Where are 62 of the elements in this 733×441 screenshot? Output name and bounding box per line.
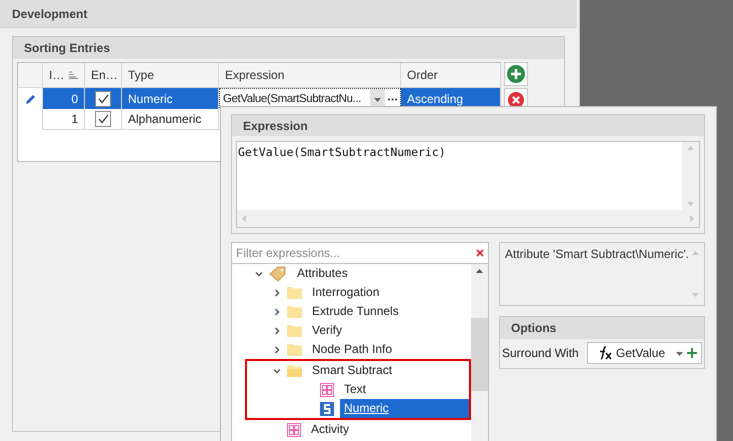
surround-combo[interactable]: GetValue bbox=[587, 342, 702, 364]
clear-icon[interactable] bbox=[476, 249, 484, 257]
scroll-down-icon bbox=[692, 291, 699, 298]
text-type-icon bbox=[320, 382, 334, 396]
type-cell: Numeric bbox=[122, 88, 219, 110]
checkbox[interactable] bbox=[95, 90, 111, 106]
numeric-type-icon bbox=[320, 402, 334, 416]
scroll-up-icon bbox=[687, 145, 694, 152]
caret-icon bbox=[374, 96, 381, 102]
scroll-up-icon bbox=[692, 250, 699, 257]
checkbox[interactable] bbox=[95, 111, 111, 127]
plus-icon bbox=[507, 65, 525, 83]
pencil-icon bbox=[24, 94, 36, 104]
folder-icon bbox=[287, 305, 302, 318]
column-header[interactable]: Type bbox=[122, 63, 219, 88]
plus-icon[interactable] bbox=[687, 348, 697, 358]
tree-item[interactable]: Text bbox=[340, 380, 370, 399]
folder-icon bbox=[287, 286, 302, 299]
index-cell: 1 bbox=[43, 109, 85, 130]
checkmark-icon bbox=[98, 94, 108, 104]
tree-item[interactable]: Extrude Tunnels bbox=[308, 302, 403, 321]
scroll-left-icon bbox=[241, 215, 248, 222]
tree-item[interactable]: Node Path Info bbox=[308, 340, 396, 359]
chevron-down-icon[interactable] bbox=[272, 366, 280, 374]
scroll-right-icon bbox=[688, 215, 695, 222]
filter-field[interactable]: Filter expressions... bbox=[236, 243, 472, 263]
scrollbar[interactable] bbox=[471, 264, 488, 441]
tree-item[interactable]: Attributes bbox=[293, 264, 352, 283]
group-title: Options bbox=[500, 317, 704, 339]
folder-icon bbox=[287, 324, 302, 337]
tree-item[interactable]: Smart Subtract bbox=[308, 361, 396, 380]
panel-title: Development bbox=[0, 0, 577, 28]
column-header[interactable]: En… bbox=[85, 63, 122, 88]
tree-item[interactable]: Interrogation bbox=[308, 283, 384, 302]
column-header[interactable]: I… bbox=[43, 63, 85, 88]
group-title: Sorting Entries bbox=[13, 37, 564, 59]
tree-item[interactable]: Verify bbox=[308, 321, 346, 340]
tag-icon bbox=[269, 266, 287, 282]
tree-item[interactable]: Activity bbox=[307, 420, 354, 439]
chevron-right-icon[interactable] bbox=[272, 288, 280, 296]
scroll-up-icon bbox=[476, 268, 483, 275]
add-button[interactable] bbox=[504, 62, 528, 86]
tree-item[interactable]: Numeric bbox=[340, 399, 469, 418]
chevron-right-icon[interactable] bbox=[272, 346, 280, 354]
chevron-down-icon[interactable] bbox=[254, 270, 262, 278]
ellipsis-icon bbox=[388, 98, 397, 100]
chevron-right-icon[interactable] bbox=[272, 326, 280, 334]
chevron-right-icon[interactable] bbox=[272, 308, 280, 316]
description-text: Attribute 'Smart Subtract\Numeric'. bbox=[505, 247, 690, 263]
field-label: Surround With bbox=[502, 346, 579, 360]
index-cell: 0 bbox=[43, 88, 85, 110]
text-type-icon bbox=[287, 422, 301, 436]
folder-icon bbox=[287, 343, 302, 356]
open-folder-icon bbox=[287, 364, 302, 377]
type-cell: Alphanumeric bbox=[122, 109, 219, 130]
scroll-down-icon bbox=[687, 200, 694, 207]
caret-icon bbox=[676, 350, 683, 356]
expression-field[interactable]: GetValue(SmartSubtractNumeric) bbox=[236, 141, 700, 228]
column-header[interactable]: Order bbox=[401, 63, 501, 88]
group-title: Expression bbox=[232, 115, 704, 136]
column-header[interactable]: Expression bbox=[219, 63, 401, 88]
checkmark-icon bbox=[98, 114, 108, 124]
